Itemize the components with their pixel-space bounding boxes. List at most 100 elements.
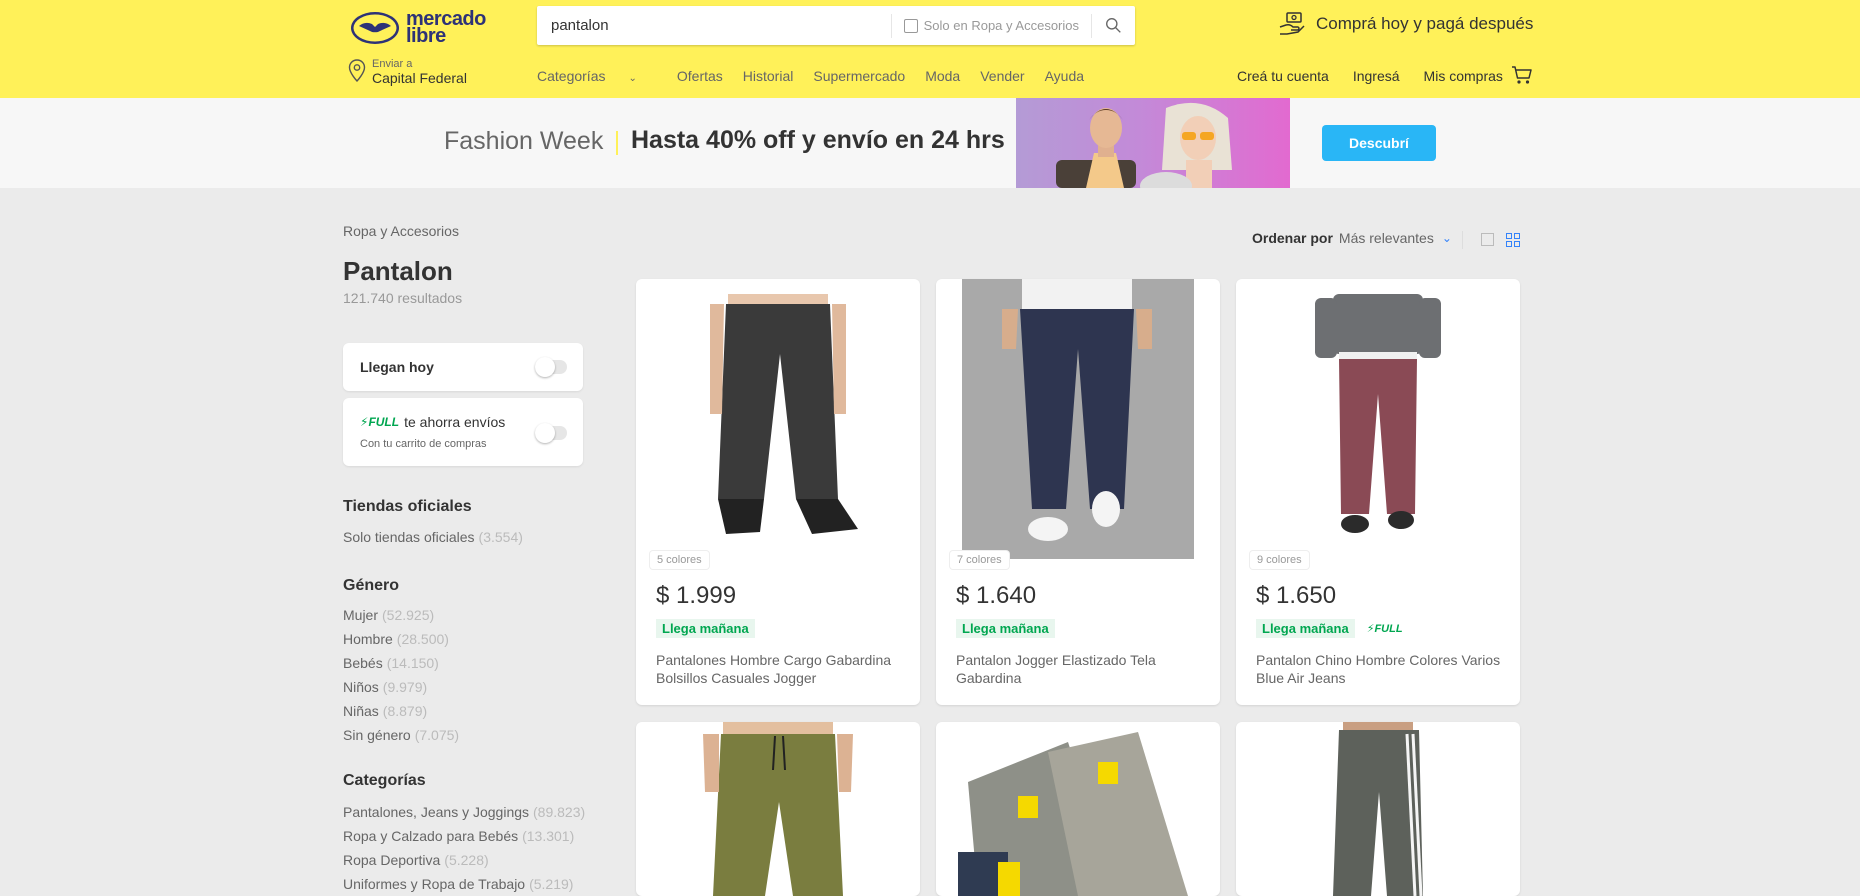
location-caption: Enviar a <box>372 58 413 70</box>
filter-option-label: Hombre <box>343 631 393 647</box>
filter-option-label: Solo tiendas oficiales <box>343 529 475 545</box>
sort-control[interactable]: Ordenar por Más relevantes ⌄ <box>1252 230 1452 246</box>
mercadolibre-logo[interactable]: mercado libre <box>350 6 490 50</box>
login-link[interactable]: Ingresá <box>1353 68 1400 84</box>
discover-button[interactable]: Descubrí <box>1322 125 1436 161</box>
filter-option[interactable]: Sin género (7.075) <box>343 723 459 747</box>
llegan-hoy-toggle[interactable] <box>535 357 567 377</box>
product-title[interactable]: Pantalon Chino Hombre Colores Varios Blu… <box>1256 651 1506 687</box>
full-filter-text: te ahorra envíos <box>404 414 506 430</box>
promo-top-text: Comprá hoy y pagá después <box>1316 14 1534 33</box>
full-shipping-text: FULL <box>1374 623 1403 635</box>
product-image <box>936 279 1220 559</box>
nav-supermercado[interactable]: Supermercado <box>813 68 905 84</box>
grid-view-icon[interactable] <box>1506 233 1520 247</box>
filter-full: ⚡FULL te ahorra envíos Con tu carrito de… <box>343 398 583 466</box>
colors-badge: 5 colores <box>650 551 709 569</box>
product-card[interactable] <box>936 722 1220 896</box>
full-toggle[interactable] <box>535 423 567 443</box>
filter-option-label: Sin género <box>343 727 411 743</box>
product-photo <box>703 722 853 896</box>
full-filter-label: ⚡FULL te ahorra envíos <box>360 414 505 430</box>
filter-option-count: (7.075) <box>414 727 460 743</box>
cart-icon <box>1512 66 1532 84</box>
product-photo <box>962 279 1194 559</box>
location-pin-icon <box>348 59 366 83</box>
product-title[interactable]: Pantalones Hombre Cargo Gabardina Bolsil… <box>656 651 906 687</box>
view-divider <box>1462 231 1463 249</box>
nav-moda[interactable]: Moda <box>925 68 960 84</box>
filter-list-genero: Mujer (52.925) Hombre (28.500) Bebés (14.15… <box>343 603 459 747</box>
shipping-location[interactable]: Enviar a Capital Federal <box>348 57 467 85</box>
product-price: $ 1.999 <box>656 582 737 609</box>
search-button[interactable] <box>1091 13 1135 38</box>
filter-option-label: Uniformes y Ropa de Trabajo <box>343 876 526 892</box>
nav-historial[interactable]: Historial <box>743 68 794 84</box>
promo-top-link[interactable]: Comprá hoy y pagá después <box>1278 10 1533 38</box>
category-filter-label: Solo en Ropa y Accesorios <box>923 18 1079 33</box>
filter-llegan-hoy: Llegan hoy <box>343 343 583 391</box>
product-image <box>636 722 920 896</box>
full-badge: ⚡FULL <box>360 415 400 429</box>
filter-title-categorias: Categorías <box>343 772 426 789</box>
filter-option-label: Mujer <box>343 607 379 623</box>
nav-ofertas[interactable]: Ofertas <box>677 68 723 84</box>
filter-option-count: (89.823) <box>533 804 586 820</box>
filter-option-label: Ropa Deportiva <box>343 852 441 868</box>
filter-option[interactable]: Solo tiendas oficiales (3.554) <box>343 525 523 549</box>
filter-option[interactable]: Uniformes y Ropa de Trabajo (5.219) <box>343 872 585 896</box>
filter-list-categorias: Pantalones, Jeans y Joggings (89.823) Rop… <box>343 800 585 896</box>
product-card[interactable]: 9 colores $ 1.650 Llega mañana ⚡FULL Pan… <box>1236 279 1520 705</box>
nav-categorias[interactable]: Categorías ⌄ <box>537 68 657 84</box>
list-view-icon[interactable] <box>1481 233 1494 246</box>
filter-option-count: (13.301) <box>522 828 575 844</box>
filter-option-label: Bebés <box>343 655 383 671</box>
chevron-down-icon: ⌄ <box>1441 231 1452 245</box>
filter-option-count: (3.554) <box>478 529 523 545</box>
product-card[interactable]: 5 colores $ 1.999 Llega mañana Pantalone… <box>636 279 920 705</box>
filter-option-count: (5.228) <box>444 852 489 868</box>
filter-option[interactable]: Ropa Deportiva (5.228) <box>343 848 585 872</box>
product-card[interactable]: 7 colores $ 1.640 Llega mañana Pantalon … <box>936 279 1220 705</box>
nav-categorias-label: Categorías <box>537 68 606 84</box>
filter-title-tiendas: Tiendas oficiales <box>343 498 472 515</box>
filter-option[interactable]: Ropa y Calzado para Bebés (13.301) <box>343 824 585 848</box>
filter-option[interactable]: Pantalones, Jeans y Joggings (89.823) <box>343 800 585 824</box>
product-photo <box>1315 294 1441 533</box>
product-photo <box>1333 722 1423 896</box>
cart-button[interactable] <box>1511 64 1533 86</box>
checkbox-icon <box>903 18 918 33</box>
shipping-info: Llega mañana <box>956 619 1055 638</box>
sort-label: Ordenar por <box>1252 230 1333 246</box>
shipping-badge: Llega mañana <box>956 619 1055 638</box>
product-card[interactable] <box>1236 722 1520 896</box>
llegan-hoy-label: Llegan hoy <box>360 359 434 375</box>
product-card[interactable] <box>636 722 920 896</box>
filter-option-label: Niñas <box>343 703 379 719</box>
fashion-week-banner[interactable]: Fashion Week Hasta 40% off y envío en 24… <box>0 98 1860 188</box>
results-count: 121.740 resultados <box>343 290 463 306</box>
chevron-down-icon: ⌄ <box>628 73 637 84</box>
create-account-link[interactable]: Creá tu cuenta <box>1237 68 1329 84</box>
product-price: $ 1.640 <box>956 582 1037 609</box>
full-badge-text: FULL <box>368 415 400 429</box>
filter-option[interactable]: Bebés (14.150) <box>343 651 459 675</box>
search-input[interactable] <box>537 6 891 45</box>
sort-value: Más relevantes <box>1338 230 1434 246</box>
nav-vender[interactable]: Vender <box>980 68 1024 84</box>
filter-option[interactable]: Hombre (28.500) <box>343 627 459 651</box>
search-bar: Solo en Ropa y Accesorios <box>537 6 1135 45</box>
filter-option[interactable]: Mujer (52.925) <box>343 603 459 627</box>
filter-option-count: (28.500) <box>396 631 449 647</box>
product-title[interactable]: Pantalon Jogger Elastizado Tela Gabardin… <box>956 651 1206 687</box>
my-purchases-link[interactable]: Mis compras <box>1424 68 1503 84</box>
banner-label: Fashion Week <box>444 127 604 155</box>
search-icon <box>1106 18 1121 33</box>
nav-ayuda[interactable]: Ayuda <box>1045 68 1084 84</box>
breadcrumb[interactable]: Ropa y Accesorios <box>343 223 459 239</box>
filter-option[interactable]: Niños (9.979) <box>343 675 459 699</box>
filter-option-label: Ropa y Calzado para Bebés <box>343 828 519 844</box>
location-city: Capital Federal <box>372 70 467 86</box>
filter-option[interactable]: Niñas (8.879) <box>343 699 459 723</box>
category-filter-checkbox[interactable]: Solo en Ropa y Accesorios <box>890 13 1091 38</box>
